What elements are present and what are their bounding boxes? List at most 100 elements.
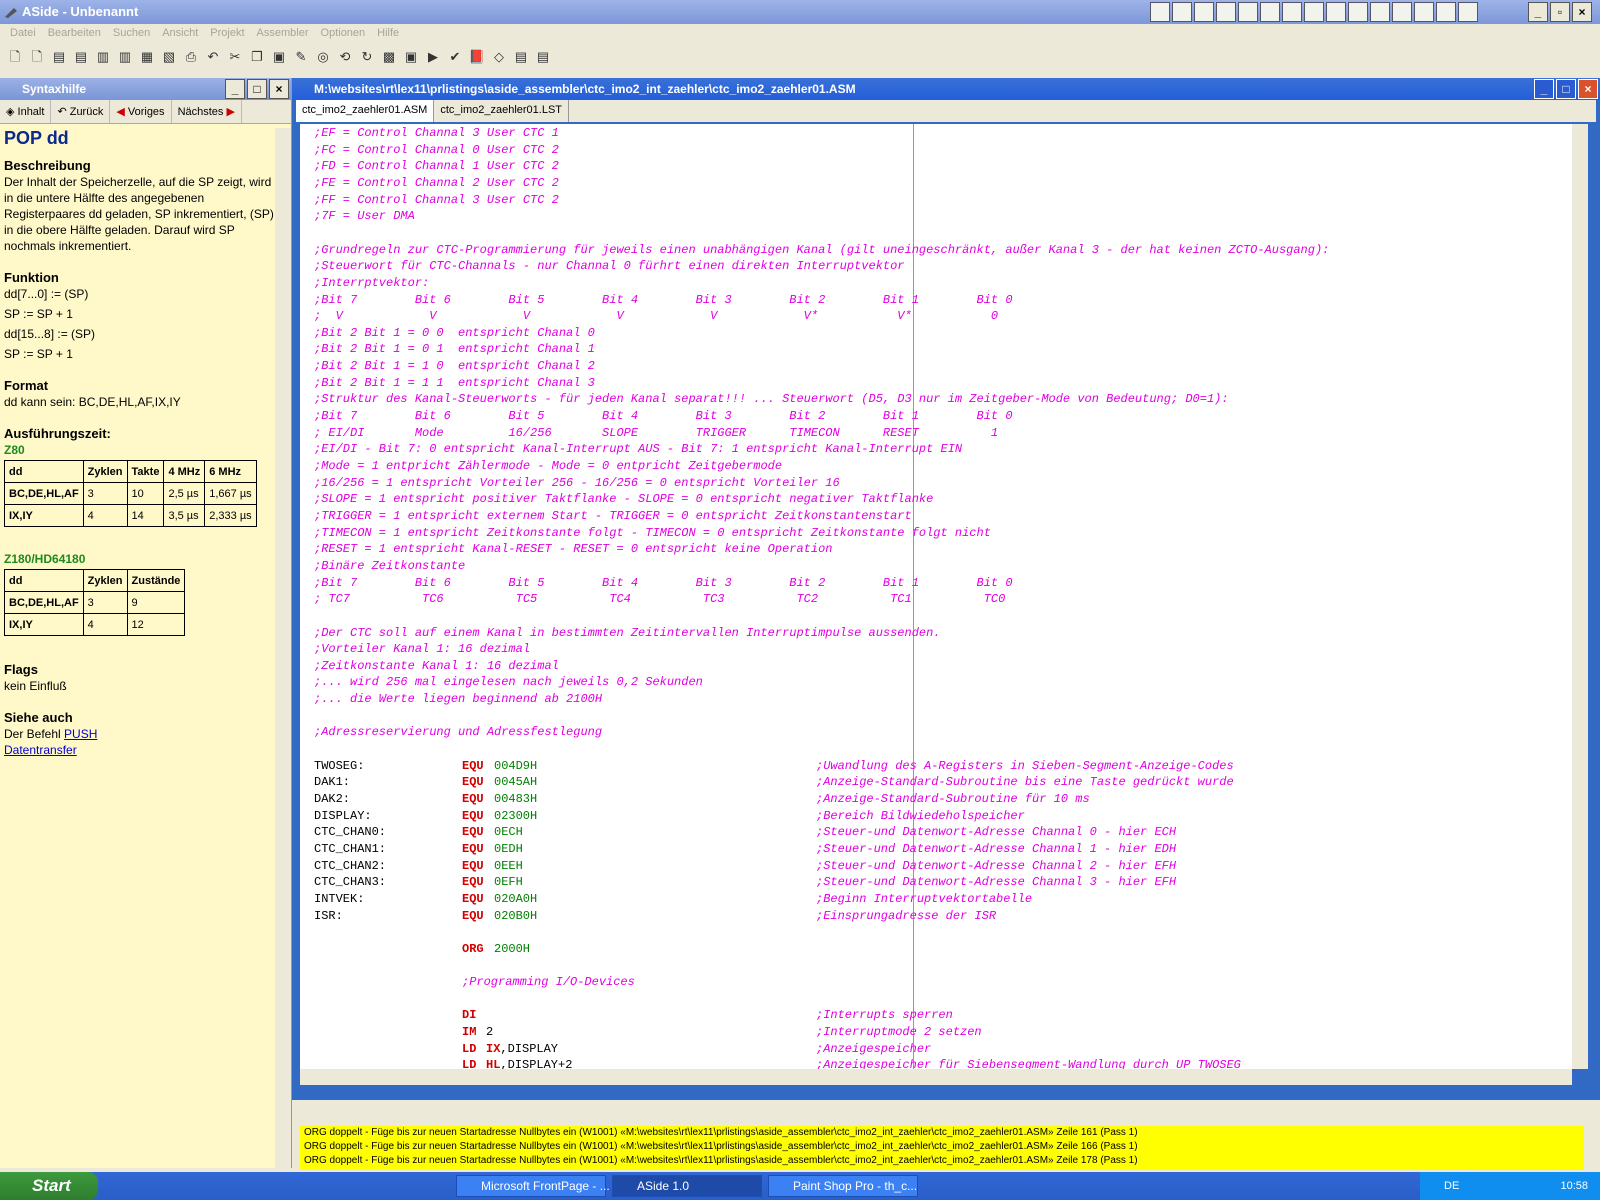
- help-doc-icon[interactable]: ▤: [512, 48, 530, 66]
- code-line: CTC_CHAN1: EQU 0EDH ;Steuer-und Datenwort-A…: [314, 842, 1564, 859]
- menu-optionen[interactable]: Optionen: [315, 24, 372, 44]
- help-index-icon[interactable]: ◇: [490, 48, 508, 66]
- paste-icon[interactable]: ▣: [270, 48, 288, 66]
- inhalt-button[interactable]: ◈ Inhalt: [0, 100, 52, 123]
- message-line[interactable]: ORG doppelt - Füge bis zur neuen Startad…: [304, 1154, 1584, 1168]
- menu-suchen[interactable]: Suchen: [107, 24, 156, 44]
- app-shortcut-icon[interactable]: [1150, 2, 1170, 22]
- app-shortcut-icon[interactable]: [1370, 2, 1390, 22]
- find-icon[interactable]: ◎: [314, 48, 332, 66]
- new-file-icon[interactable]: 🗋: [6, 48, 24, 66]
- tab-lst[interactable]: ctc_imo2_zaehler01.LST: [434, 100, 570, 122]
- save-icon[interactable]: ▥: [94, 48, 112, 66]
- compile-icon[interactable]: ▩: [380, 48, 398, 66]
- run-icon[interactable]: ▶: [424, 48, 442, 66]
- maximize-button[interactable]: □: [1556, 79, 1576, 99]
- horizontal-scrollbar[interactable]: [300, 1069, 1572, 1085]
- menu-assembler[interactable]: Assembler: [251, 24, 315, 44]
- app-shortcut-icon[interactable]: [1436, 2, 1456, 22]
- tab-asm[interactable]: ctc_imo2_zaehler01.ASM: [296, 100, 435, 122]
- code-line: ;Bit 2 Bit 1 = 0 0 entspricht Chanal 0: [314, 325, 595, 340]
- start-button[interactable]: Start: [0, 1172, 98, 1200]
- taskbar: Start Microsoft FrontPage - ... ASide 1.…: [0, 1172, 1600, 1200]
- funktion-line: SP := SP + 1: [4, 307, 73, 321]
- vertical-scrollbar[interactable]: [1572, 124, 1588, 1069]
- menu-ansicht[interactable]: Ansicht: [156, 24, 204, 44]
- minimize-button[interactable]: _: [1534, 79, 1554, 99]
- code-operand: ,DISPLAY+2: [500, 1058, 573, 1069]
- app-shortcut-icon[interactable]: [1282, 2, 1302, 22]
- app-shortcut-icon[interactable]: [1260, 2, 1280, 22]
- app-shortcut-icon[interactable]: [1392, 2, 1412, 22]
- minimize-button[interactable]: _: [1528, 2, 1548, 22]
- app-shortcut-icon[interactable]: [1414, 2, 1434, 22]
- app-shortcut-icon[interactable]: [1238, 2, 1258, 22]
- menu-bearbeiten[interactable]: Bearbeiten: [42, 24, 107, 44]
- code-line: ;Vorteiler Kanal 1: 16 dezimal: [314, 642, 531, 657]
- syntax-scrollbar[interactable]: [275, 128, 291, 1168]
- code-line: ;Adressreservierung und Adressfestlegung: [314, 725, 603, 740]
- app-shortcut-icon[interactable]: [1304, 2, 1324, 22]
- naechstes-button[interactable]: Nächstes ▶: [172, 100, 242, 123]
- menu-hilfe[interactable]: Hilfe: [371, 24, 405, 44]
- table-cell: 9: [126, 591, 186, 614]
- table-cell: 2,5 µs: [163, 482, 206, 505]
- contents-icon: ◈: [6, 106, 18, 118]
- edit-icon[interactable]: ✎: [292, 48, 310, 66]
- close-button[interactable]: ×: [1578, 79, 1598, 99]
- help-book-icon[interactable]: 📕: [468, 48, 486, 66]
- message-line[interactable]: ORG doppelt - Füge bis zur neuen Startad…: [304, 1126, 1584, 1140]
- close-button[interactable]: ×: [269, 79, 289, 99]
- zurueck-button[interactable]: ↶ Zurück: [51, 100, 111, 123]
- print-preview-icon[interactable]: ▧: [160, 48, 178, 66]
- copy-icon[interactable]: ❐: [248, 48, 266, 66]
- app-shortcut-icon[interactable]: [1326, 2, 1346, 22]
- code-comment: ;Bereich Bildwiedeholspeicher: [816, 808, 1025, 823]
- z80-label: Z80: [4, 443, 25, 457]
- maximize-button[interactable]: □: [247, 79, 267, 99]
- open-project-icon[interactable]: ▤: [50, 48, 68, 66]
- format-text: dd kann sein: BC,DE,HL,AF,IX,IY: [4, 395, 181, 409]
- taskbar-item[interactable]: Paint Shop Pro - th_c...: [768, 1175, 918, 1197]
- code-editor[interactable]: ;EF = Control Channal 3 User CTC 1 ;FC = …: [300, 124, 1572, 1069]
- datentransfer-link[interactable]: Datentransfer: [4, 743, 77, 757]
- message-line[interactable]: ORG doppelt - Füge bis zur neuen Startad…: [304, 1140, 1584, 1154]
- print-icon[interactable]: ⎙: [182, 48, 200, 66]
- code-line: ;FE = Control Channal 2 User CTC 2: [314, 175, 559, 190]
- code-line: ;Interrptvektor:: [314, 275, 430, 290]
- voriges-button[interactable]: ◀ Voriges: [110, 100, 172, 123]
- taskbar-item[interactable]: Microsoft FrontPage - ...: [456, 1175, 610, 1197]
- push-link[interactable]: PUSH: [64, 727, 97, 741]
- export-icon[interactable]: ▦: [138, 48, 156, 66]
- language-indicator[interactable]: DE: [1444, 1172, 1459, 1200]
- undo-icon[interactable]: ↶: [204, 48, 222, 66]
- code-line: ;Bit 7 Bit 6 Bit 5 Bit 4 Bit 3 Bit 2 Bit…: [314, 409, 1013, 424]
- siehe-auch-prefix: Der Befehl: [4, 727, 61, 741]
- code-operand: 0EFH: [494, 875, 523, 890]
- build-icon[interactable]: ▣: [402, 48, 420, 66]
- menu-projekt[interactable]: Projekt: [204, 24, 250, 44]
- app-shortcut-icon[interactable]: [1172, 2, 1192, 22]
- replace-icon[interactable]: ⟲: [336, 48, 354, 66]
- code-line: ;Programming I/O-Devices: [314, 975, 1564, 992]
- restore-button[interactable]: ▫: [1550, 2, 1570, 22]
- check-icon[interactable]: ✔: [446, 48, 464, 66]
- menu-datei[interactable]: Datei: [4, 24, 42, 44]
- app-shortcut-icon[interactable]: [1194, 2, 1214, 22]
- app-shortcut-icon[interactable]: [1348, 2, 1368, 22]
- open-file-icon[interactable]: ▤: [72, 48, 90, 66]
- code-label: INTVEK:: [314, 891, 365, 906]
- save-all-icon[interactable]: ▥: [116, 48, 134, 66]
- cut-icon[interactable]: ✂: [226, 48, 244, 66]
- refresh-icon[interactable]: ↻: [358, 48, 376, 66]
- code-operand: 2: [486, 1025, 494, 1040]
- app-shortcut-icon[interactable]: [1216, 2, 1236, 22]
- close-button[interactable]: ×: [1572, 2, 1592, 22]
- minimize-button[interactable]: _: [225, 79, 245, 99]
- help-topic-icon[interactable]: ▤: [534, 48, 552, 66]
- syntax-help-pane: Syntaxhilfe _ □ × ◈ Inhalt ↶ Zurück ◀ Vori…: [0, 78, 292, 1168]
- code-line: ; TC7 TC6 TC5 TC4 TC3 TC2 TC1 TC0: [314, 592, 1006, 607]
- new-document-icon[interactable]: 🗋: [28, 48, 46, 66]
- taskbar-item[interactable]: ASide 1.0: [612, 1175, 762, 1197]
- app-shortcut-icon[interactable]: [1458, 2, 1478, 22]
